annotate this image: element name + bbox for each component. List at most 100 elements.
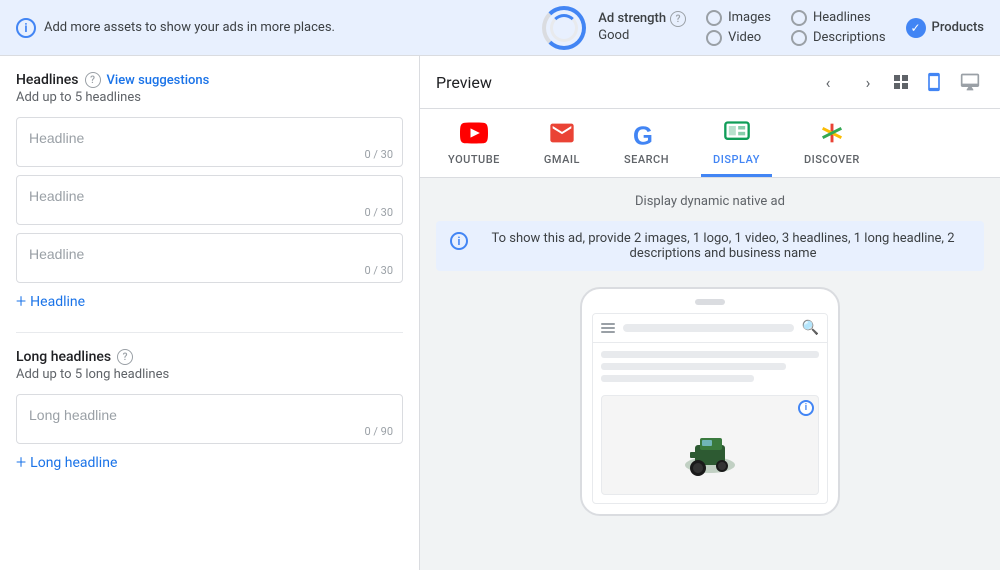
video-label: Video <box>728 30 761 45</box>
video-radio[interactable] <box>706 30 722 46</box>
add-long-headline-link[interactable]: + Long headline <box>16 452 403 473</box>
phone-ad-card: i <box>601 395 819 495</box>
products-label: Products <box>932 20 984 35</box>
tab-gmail[interactable]: GMAIL <box>532 109 592 177</box>
headline-input-1[interactable] <box>16 117 403 167</box>
left-panel: Headlines ? View suggestions Add up to 5… <box>0 56 420 570</box>
youtube-icon <box>458 117 490 149</box>
headlines-section-title: Headlines ? View suggestions <box>16 72 403 88</box>
tab-youtube[interactable]: YOUTUBE <box>436 109 512 177</box>
hamburger-line-3 <box>601 331 615 333</box>
content-line-2 <box>601 363 786 370</box>
phone-search-bar <box>623 324 794 332</box>
add-headline-link[interactable]: + Headline <box>16 291 403 312</box>
info-banner: i To show this ad, provide 2 images, 1 l… <box>436 221 984 271</box>
prev-arrow-button[interactable]: ‹ <box>814 68 842 96</box>
discover-icon <box>816 117 848 149</box>
youtube-tab-label: YOUTUBE <box>448 153 500 166</box>
tab-discover[interactable]: DISCOVER <box>792 109 872 177</box>
long-headline-input[interactable] <box>16 394 403 444</box>
add-long-headline-plus-icon: + <box>16 452 26 473</box>
ad-strength-inner-ring <box>550 14 578 42</box>
headlines-radio[interactable] <box>791 10 807 26</box>
discover-tab-label: DISCOVER <box>804 153 860 166</box>
headlines-label: Headlines <box>813 10 871 25</box>
search-tab-label: SEARCH <box>624 153 669 166</box>
content-line-3 <box>601 375 754 382</box>
ad-strength-text: Ad strength ? Good <box>598 11 686 45</box>
svg-text:G: G <box>633 123 653 147</box>
long-headlines-subtitle: Add up to 5 long headlines <box>16 367 403 382</box>
content-line-1 <box>601 351 819 358</box>
phone-speaker <box>695 299 725 305</box>
phone-content-lines <box>593 343 827 395</box>
hamburger-line-1 <box>601 323 615 325</box>
display-tab-label: DISPLAY <box>713 153 760 166</box>
phone-inner: 🔍 <box>592 313 828 504</box>
ad-strength-label: Ad strength ? <box>598 11 686 28</box>
radio-options-left: Images Video <box>706 10 771 46</box>
next-arrow-button[interactable]: › <box>854 68 882 96</box>
radio-options-right: Headlines Descriptions <box>791 10 886 46</box>
main-layout: Headlines ? View suggestions Add up to 5… <box>0 56 1000 570</box>
hamburger-line-2 <box>601 327 615 329</box>
mobile-device-icon[interactable] <box>920 68 948 96</box>
headline-char-count-1: 0 / 30 <box>364 148 393 161</box>
images-radio[interactable] <box>706 10 722 26</box>
headline-input-2[interactable] <box>16 175 403 225</box>
phone-mockup: 🔍 <box>580 287 840 516</box>
gmail-icon <box>546 117 578 149</box>
info-icon: i <box>16 18 36 38</box>
descriptions-radio[interactable] <box>791 30 807 46</box>
headlines-title-text: Headlines <box>16 72 79 88</box>
images-radio-row[interactable]: Images <box>706 10 771 26</box>
view-suggestions-link[interactable]: View suggestions <box>107 73 210 88</box>
preview-content: Display dynamic native ad i To show this… <box>420 178 1000 532</box>
headline-char-count-2: 0 / 30 <box>364 206 393 219</box>
display-preview-label: Display dynamic native ad <box>436 194 984 209</box>
add-headline-label: Headline <box>30 294 85 310</box>
headline-input-3[interactable] <box>16 233 403 283</box>
info-banner-text: To show this ad, provide 2 images, 1 log… <box>476 231 970 261</box>
search-google-icon: G <box>631 117 663 149</box>
info-message-section: i Add more assets to show your ads in mo… <box>16 18 522 38</box>
preview-title: Preview <box>436 73 802 92</box>
desktop-device-icon[interactable] <box>956 68 984 96</box>
headline-input-1-wrapper: 0 / 30 <box>16 117 403 167</box>
info-message-text: Add more assets to show your ads in more… <box>44 20 335 35</box>
video-radio-row[interactable]: Video <box>706 30 771 46</box>
headline-input-3-wrapper: 0 / 30 <box>16 233 403 283</box>
headlines-radio-row[interactable]: Headlines <box>791 10 886 26</box>
headlines-help-icon[interactable]: ? <box>85 72 101 88</box>
info-banner-icon: i <box>450 232 468 250</box>
long-headlines-section-title: Long headlines ? <box>16 349 403 365</box>
display-icon <box>721 117 753 149</box>
phone-nav-bar: 🔍 <box>593 314 827 343</box>
tab-display[interactable]: DISPLAY <box>701 109 772 177</box>
ad-strength-help-icon[interactable]: ? <box>670 11 686 27</box>
add-headline-plus-icon: + <box>16 291 26 312</box>
ad-info-badge[interactable]: i <box>798 400 814 416</box>
headline-input-2-wrapper: 0 / 30 <box>16 175 403 225</box>
grid-view-button[interactable] <box>894 75 908 89</box>
hamburger-icon <box>601 323 615 333</box>
headlines-subtitle: Add up to 5 headlines <box>16 90 403 105</box>
add-long-headline-label: Long headline <box>30 455 117 471</box>
ad-product-image <box>680 410 740 480</box>
ad-strength-section: Ad strength ? Good <box>542 6 686 50</box>
device-icons <box>920 68 984 96</box>
descriptions-radio-row[interactable]: Descriptions <box>791 30 886 46</box>
tab-search[interactable]: G SEARCH <box>612 109 681 177</box>
platform-tabs: YOUTUBE GMAIL G SEARCH DISPLAY <box>420 109 1000 178</box>
ad-strength-circle <box>542 6 586 50</box>
products-section[interactable]: ✓ Products <box>906 18 984 38</box>
images-label: Images <box>728 10 771 25</box>
preview-header: Preview ‹ › <box>420 56 1000 109</box>
top-bar: i Add more assets to show your ads in mo… <box>0 0 1000 56</box>
gmail-tab-label: GMAIL <box>544 153 580 166</box>
long-headlines-help-icon[interactable]: ? <box>117 349 133 365</box>
products-check-icon: ✓ <box>906 18 926 38</box>
phone-search-icon: 🔍 <box>802 320 819 336</box>
ad-strength-value: Good <box>598 28 686 45</box>
headline-char-count-3: 0 / 30 <box>364 264 393 277</box>
